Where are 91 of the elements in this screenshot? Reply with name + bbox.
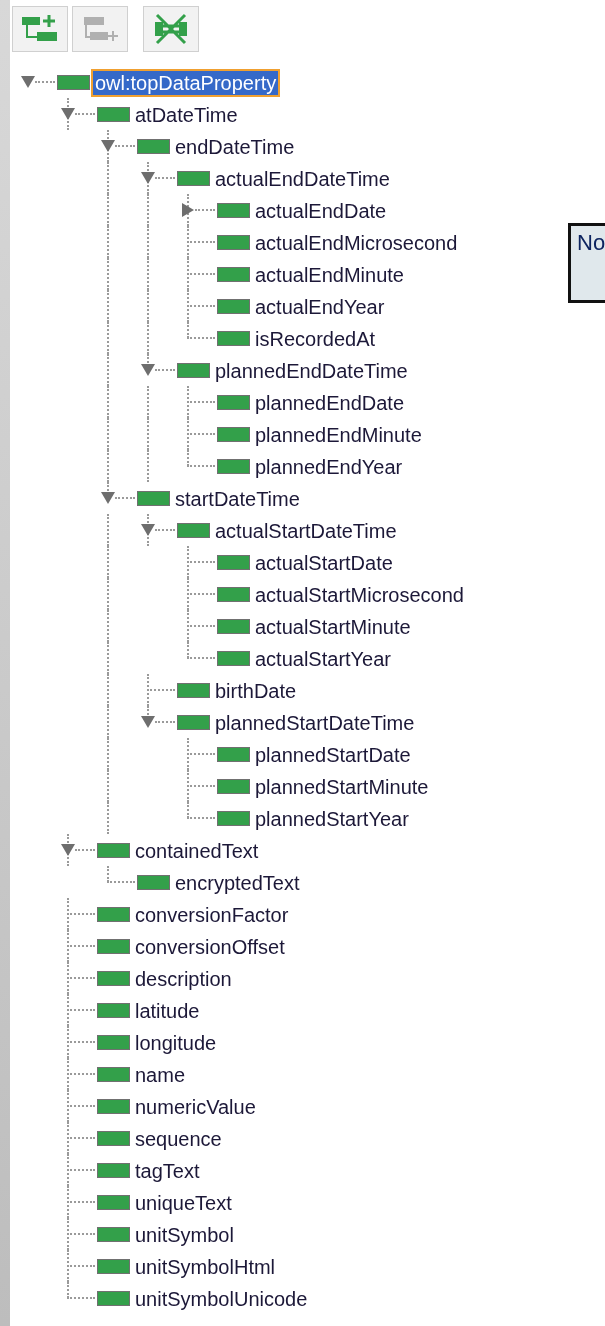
property-icon bbox=[137, 875, 170, 890]
tree-item[interactable]: plannedEndDate bbox=[251, 389, 408, 417]
tree-item[interactable]: actualEndMicrosecond bbox=[251, 229, 462, 257]
tree-item[interactable]: actualEndYear bbox=[251, 293, 389, 321]
property-icon bbox=[97, 907, 130, 922]
property-icon bbox=[97, 1099, 130, 1114]
property-icon bbox=[97, 843, 130, 858]
property-icon bbox=[97, 939, 130, 954]
tree-item[interactable]: containedText bbox=[131, 837, 263, 865]
expanded-triangle-icon[interactable] bbox=[101, 491, 115, 505]
property-icon bbox=[177, 715, 210, 730]
tree-item[interactable]: startDateTime bbox=[171, 485, 304, 513]
property-icon bbox=[217, 235, 250, 250]
tooltip-text: No bbox=[577, 230, 605, 256]
property-icon bbox=[217, 651, 250, 666]
property-icon bbox=[177, 523, 210, 538]
tree-item[interactable]: actualEndDate bbox=[251, 197, 391, 225]
tree-item[interactable]: actualStartDate bbox=[251, 549, 397, 577]
toolbar-button[interactable] bbox=[143, 6, 199, 52]
tree-item[interactable]: conversionOffset bbox=[131, 933, 289, 961]
tree-item[interactable]: encryptedText bbox=[171, 869, 304, 897]
property-icon bbox=[97, 1163, 130, 1178]
expanded-triangle-icon[interactable] bbox=[101, 139, 115, 153]
tree-item[interactable]: birthDate bbox=[211, 677, 301, 705]
expanded-triangle-icon[interactable] bbox=[61, 107, 75, 121]
property-icon bbox=[217, 555, 250, 570]
property-icon bbox=[97, 107, 130, 122]
tree-item[interactable]: plannedEndYear bbox=[251, 453, 407, 481]
tree-item[interactable]: longitude bbox=[131, 1029, 221, 1057]
tree-item[interactable]: owl:topDataProperty bbox=[91, 69, 281, 97]
property-icon bbox=[97, 1035, 130, 1050]
tree-item[interactable]: description bbox=[131, 965, 236, 993]
property-icon bbox=[97, 1067, 130, 1082]
property-icon bbox=[97, 1291, 130, 1306]
tree-item[interactable]: actualEndDateTime bbox=[211, 165, 394, 193]
property-icon bbox=[217, 747, 250, 762]
property-icon bbox=[177, 683, 210, 698]
expanded-triangle-icon[interactable] bbox=[141, 523, 155, 537]
tree-item[interactable]: actualStartMicrosecond bbox=[251, 581, 468, 609]
tree-item[interactable]: plannedStartDate bbox=[251, 741, 415, 769]
property-icon bbox=[217, 299, 250, 314]
tree-item[interactable]: tagText bbox=[131, 1157, 204, 1185]
tree-item[interactable]: plannedEndDateTime bbox=[211, 357, 412, 385]
tree-item[interactable]: plannedStartYear bbox=[251, 805, 413, 833]
expanded-triangle-icon[interactable] bbox=[141, 363, 155, 377]
tree-item[interactable]: latitude bbox=[131, 997, 204, 1025]
expanded-triangle-icon[interactable] bbox=[21, 75, 35, 89]
tree-item[interactable]: plannedStartMinute bbox=[251, 773, 433, 801]
collapsed-triangle-icon[interactable] bbox=[181, 203, 195, 217]
property-icon bbox=[217, 203, 250, 218]
property-icon bbox=[97, 1259, 130, 1274]
tree-item[interactable]: unitSymbol bbox=[131, 1221, 238, 1249]
property-icon bbox=[97, 971, 130, 986]
tree-item[interactable]: name bbox=[131, 1061, 190, 1089]
property-icon bbox=[217, 619, 250, 634]
tree-item[interactable]: sequence bbox=[131, 1125, 226, 1153]
tree-item[interactable]: actualStartMinute bbox=[251, 613, 415, 641]
property-icon bbox=[137, 139, 170, 154]
property-icon bbox=[97, 1131, 130, 1146]
property-icon bbox=[97, 1003, 130, 1018]
property-icon bbox=[177, 363, 210, 378]
property-icon bbox=[137, 491, 170, 506]
property-icon bbox=[97, 1227, 130, 1242]
property-icon bbox=[177, 171, 210, 186]
property-icon bbox=[217, 811, 250, 826]
expanded-triangle-icon[interactable] bbox=[61, 843, 75, 857]
tree-item[interactable]: uniqueText bbox=[131, 1189, 236, 1217]
property-icon bbox=[217, 395, 250, 410]
tree-item[interactable]: conversionFactor bbox=[131, 901, 293, 929]
tree-item[interactable]: actualStartDateTime bbox=[211, 517, 401, 545]
property-icon bbox=[217, 587, 250, 602]
tree-item[interactable]: isRecordedAt bbox=[251, 325, 380, 353]
property-icon bbox=[97, 1195, 130, 1210]
tree-item[interactable]: actualStartYear bbox=[251, 645, 395, 673]
tree-item[interactable]: unitSymbolHtml bbox=[131, 1253, 280, 1281]
tree-item[interactable]: actualEndMinute bbox=[251, 261, 408, 289]
property-icon bbox=[217, 427, 250, 442]
expanded-triangle-icon[interactable] bbox=[141, 171, 155, 185]
toolbar-button[interactable] bbox=[12, 6, 68, 52]
expanded-triangle-icon[interactable] bbox=[141, 715, 155, 729]
property-icon bbox=[217, 459, 250, 474]
tree-item[interactable]: plannedStartDateTime bbox=[211, 709, 419, 737]
property-icon bbox=[57, 75, 90, 90]
tree-item[interactable]: plannedEndMinute bbox=[251, 421, 426, 449]
tree-item[interactable]: endDateTime bbox=[171, 133, 299, 161]
tree-item[interactable]: atDateTime bbox=[131, 101, 242, 129]
property-icon bbox=[217, 267, 250, 282]
tree-item[interactable]: numericValue bbox=[131, 1093, 260, 1121]
property-icon bbox=[217, 779, 250, 794]
property-icon bbox=[217, 331, 250, 346]
tree-item[interactable]: unitSymbolUnicode bbox=[131, 1285, 312, 1313]
